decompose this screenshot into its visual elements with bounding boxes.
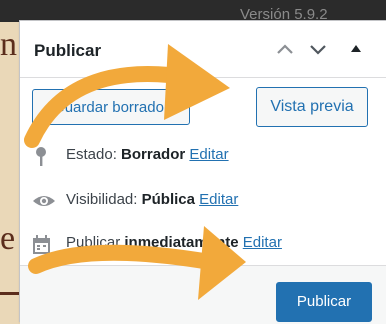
calendar-icon (32, 234, 52, 260)
schedule-value: inmediatamente (124, 234, 239, 251)
triangle-up-icon[interactable] (344, 37, 368, 61)
visibility-value: Pública (141, 191, 195, 208)
panel-title: Publicar (34, 41, 102, 60)
status-label: Estado: (66, 146, 117, 163)
schedule-label: Publicar (66, 234, 121, 251)
status-value: Borrador (121, 146, 186, 163)
publish-button[interactable]: Publicar (276, 282, 372, 322)
publish-panel: Publicar Guardar borrador Vista previa E… (19, 20, 386, 324)
pin-icon (32, 146, 52, 172)
panel-header: Publicar (20, 21, 386, 78)
panel-footer: Publicar (20, 265, 386, 324)
eye-icon (32, 191, 56, 215)
save-draft-button[interactable]: Guardar borrador (32, 89, 190, 125)
visibility-edit-link[interactable]: Editar (199, 191, 238, 208)
background-letter-n: n (0, 26, 17, 63)
visibility-label: Visibilidad: (66, 191, 138, 208)
preview-button[interactable]: Vista previa (256, 87, 368, 127)
background-topbar (0, 0, 386, 22)
chevron-down-icon[interactable] (306, 37, 330, 61)
chevron-up-icon[interactable] (273, 37, 297, 61)
schedule-edit-link[interactable]: Editar (243, 234, 282, 251)
status-edit-link[interactable]: Editar (189, 146, 228, 163)
background-letter-e: e (0, 220, 16, 257)
